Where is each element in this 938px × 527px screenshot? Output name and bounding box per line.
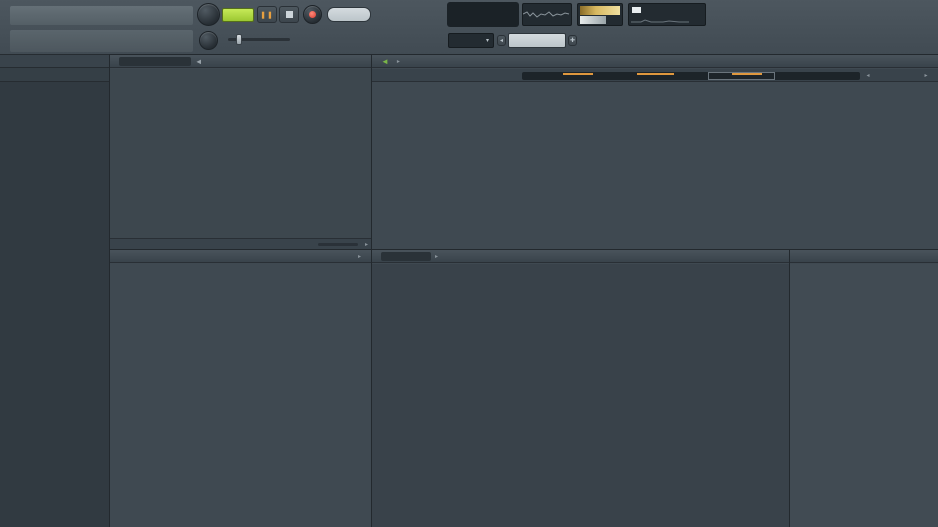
mixer-body: [372, 264, 790, 527]
keyboard-preview-lower: [580, 16, 606, 24]
cpu-block: [632, 7, 641, 13]
overview-marker: [637, 73, 674, 75]
overview-marker: [563, 73, 593, 75]
p attern-selector[interactable]: [508, 33, 566, 48]
mixer-window: ▸: [372, 250, 790, 527]
shuffle-slider[interactable]: [228, 38, 290, 41]
hint-bar: [777, 31, 905, 52]
pattern-next-button[interactable]: ✚: [568, 35, 577, 46]
pause-icon: ❚❚: [260, 11, 274, 19]
scroll-right-icon[interactable]: ▸: [365, 241, 368, 248]
playlist-body: [372, 82, 938, 250]
chevron-right-icon: ▸: [435, 253, 438, 260]
time-display[interactable]: [447, 2, 519, 27]
pause-button[interactable]: ❚❚: [257, 6, 277, 23]
playlist-overview-strip[interactable]: [522, 72, 860, 80]
snap-selector[interactable]: ▾: [448, 33, 494, 48]
mixer-layout-dropdown[interactable]: [381, 252, 431, 261]
rack-filter-dropdown[interactable]: [119, 57, 191, 66]
keyboard-preview-upper: [580, 6, 620, 15]
chevron-right-icon: ▸: [397, 58, 400, 65]
fx-panel-body: [790, 264, 938, 527]
channel-rack-window: ◄ ▸: [110, 55, 372, 250]
rack-h-scrollbar[interactable]: [318, 243, 358, 246]
scroll-right-icon[interactable]: ▸: [922, 71, 930, 80]
shuffle-slider-handle[interactable]: [236, 34, 242, 45]
scroll-left-icon[interactable]: ◂: [864, 71, 872, 80]
record-button[interactable]: [303, 5, 322, 24]
speaker-icon: ◄: [195, 57, 202, 66]
record-icon: [309, 11, 316, 18]
stop-icon: [286, 11, 293, 18]
overview-viewport[interactable]: [708, 72, 776, 80]
keyboard-preview[interactable]: [577, 3, 623, 26]
song-info-panel: [10, 30, 193, 52]
chevron-down-icon: ▾: [486, 37, 489, 44]
tempo-display[interactable]: [327, 7, 371, 22]
playlist-window: ◄ ▸ ◂ ▸: [372, 55, 938, 250]
piano-roll-body: [110, 264, 372, 527]
browser-tabs: [0, 68, 109, 82]
speaker-icon: ◄: [381, 57, 389, 66]
top-toolbar: ❚❚ ▾ ◂ ✚: [0, 0, 938, 55]
add-channel-button[interactable]: [250, 240, 262, 250]
pattern-prev-button[interactable]: ◂: [497, 35, 506, 46]
cpu-panel[interactable]: [628, 3, 706, 26]
oscilloscope[interactable]: [522, 3, 572, 26]
piano-roll-window: ▸: [110, 250, 372, 527]
main-volume-knob[interactable]: [197, 3, 220, 26]
song-mode-button[interactable]: [222, 8, 254, 22]
menu-bar: [10, 6, 193, 25]
main-pitch-knob[interactable]: [199, 31, 218, 50]
fl-studio-app: ❚❚ ▾ ◂ ✚: [0, 0, 938, 527]
stop-button[interactable]: [279, 6, 299, 23]
browser-panel: [0, 55, 110, 527]
mixer-fx-panel: [790, 250, 938, 527]
channel-list: [110, 69, 372, 238]
chevron-right-icon: ▸: [358, 253, 361, 260]
